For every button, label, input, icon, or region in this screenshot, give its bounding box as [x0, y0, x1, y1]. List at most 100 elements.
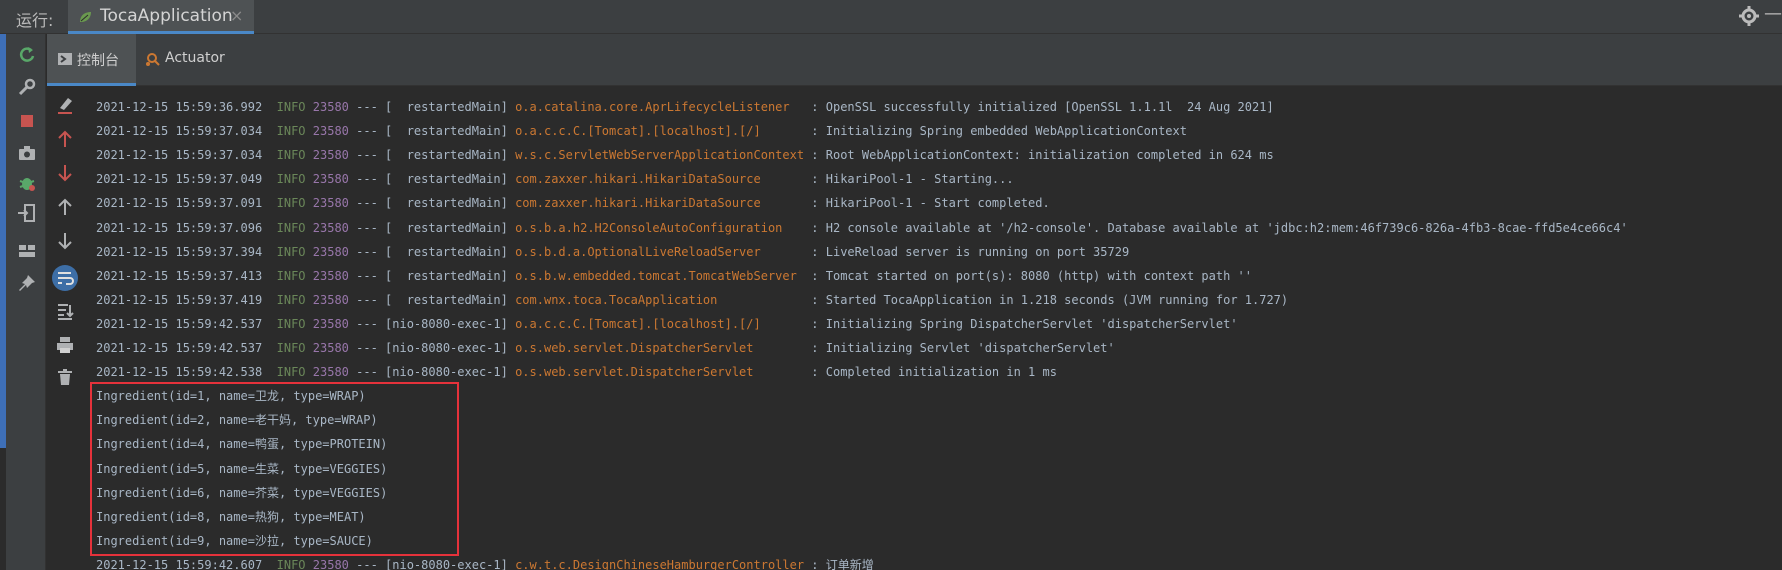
camera-icon[interactable]: [16, 142, 38, 164]
minimize-icon[interactable]: —: [1764, 3, 1782, 24]
arrow-up-red-icon[interactable]: [54, 128, 76, 150]
wrench-icon[interactable]: [16, 76, 38, 98]
ingredient-text: Ingredient(id=5, name=生菜, type=VEGGIES): [96, 461, 388, 476]
log-logger: com.zaxxer.hikari.HikariDataSource: [515, 196, 805, 211]
log-level: INFO: [276, 292, 306, 307]
console-toolbar: [47, 86, 87, 570]
run-side-toolbar: [6, 34, 46, 570]
log-line: 2021-12-15 15:59:37.419 INFO 23580 --- […: [96, 289, 1288, 311]
log-line: 2021-12-15 15:59:37.034 INFO 23580 --- […: [96, 144, 1274, 166]
log-message: : Tomcat started on port(s): 8080 (http)…: [811, 268, 1252, 283]
log-line: 2021-12-15 15:59:37.413 INFO 23580 --- […: [96, 265, 1252, 287]
log-message: : Initializing Spring DispatcherServlet …: [811, 316, 1238, 331]
log-level: INFO: [276, 268, 306, 283]
log-message: : HikariPool-1 - Start completed.: [811, 196, 1050, 211]
tab-actuator[interactable]: Actuator: [137, 34, 247, 86]
ingredient-text: Ingredient(id=4, name=鸭蛋, type=PROTEIN): [96, 437, 388, 452]
tab-console-label: 控制台: [77, 53, 119, 69]
log-pid: 23580: [312, 172, 349, 187]
pin-icon[interactable]: [16, 272, 38, 294]
log-timestamp: 2021-12-15 15:59:36.992: [96, 100, 263, 114]
log-message: : Initializing Spring embedded WebApplic…: [811, 124, 1187, 139]
log-line: 2021-12-15 15:59:36.992 INFO 23580 --- […: [96, 96, 1274, 118]
spring-leaf-icon: [80, 12, 91, 22]
trash-icon[interactable]: [54, 366, 76, 388]
log-timestamp: 2021-12-15 15:59:37.413: [96, 268, 263, 283]
log-logger: o.a.c.c.C.[Tomcat].[localhost].[/]: [515, 124, 805, 139]
console-tabs: 控制台 Actuator: [47, 34, 1782, 86]
log-logger: c.w.t.c.DesignChineseHamburgerController: [515, 557, 805, 570]
log-line: 2021-12-15 15:59:37.096 INFO 23580 --- […: [96, 217, 1628, 239]
log-line: 2021-12-15 15:59:37.091 INFO 23580 --- […: [96, 192, 1050, 214]
run-toolbar: 运行: TocaApplication × —: [0, 0, 1782, 34]
log-level: INFO: [276, 557, 306, 570]
log-line: 2021-12-15 15:59:42.537 INFO 23580 --- […: [96, 313, 1238, 335]
log-message: : OpenSSL successfully initialized [Open…: [811, 100, 1274, 114]
ingredient-line: Ingredient(id=4, name=鸭蛋, type=PROTEIN): [96, 433, 387, 455]
debug-bug-icon[interactable]: [16, 172, 38, 194]
console-line-partial: — — — — — — — — — — — — — — — — — — — — …: [96, 86, 840, 96]
log-logger: w.s.c.ServletWebServerApplicationContext: [515, 148, 805, 163]
log-level: INFO: [276, 100, 306, 114]
log-line: 2021-12-15 15:59:37.034 INFO 23580 --- […: [96, 120, 1187, 142]
stop-icon[interactable]: [16, 110, 38, 132]
log-timestamp: 2021-12-15 15:59:37.034: [96, 148, 263, 163]
log-timestamp: 2021-12-15 15:59:37.394: [96, 244, 263, 259]
log-line: 2021-12-15 15:59:42.607 INFO 23580 --- […: [96, 554, 874, 570]
log-thread: --- [ restartedMain]: [356, 244, 508, 259]
log-message: : 订单新增: [811, 557, 874, 570]
ingredient-text: Ingredient(id=8, name=热狗, type=MEAT): [96, 509, 366, 524]
log-thread: --- [ restartedMain]: [356, 148, 508, 163]
log-pid: 23580: [312, 100, 349, 114]
log-logger: o.a.catalina.core.AprLifecycleListener: [515, 100, 805, 114]
log-timestamp: 2021-12-15 15:59:42.537: [96, 341, 263, 355]
close-icon[interactable]: ×: [230, 6, 243, 25]
log-level: INFO: [276, 341, 306, 355]
run-tab-toca-application[interactable]: TocaApplication ×: [68, 0, 254, 34]
clear-brush-icon[interactable]: [54, 94, 76, 116]
actuator-icon: [146, 53, 160, 66]
log-level: INFO: [276, 196, 306, 211]
log-message: : Completed initialization in 1 ms: [811, 365, 1057, 380]
log-pid: 23580: [312, 316, 349, 331]
exit-icon[interactable]: [16, 202, 38, 224]
arrow-up-icon[interactable]: [54, 196, 76, 218]
log-thread: --- [ restartedMain]: [356, 172, 508, 187]
log-message: : Started TocaApplication in 1.218 secon…: [811, 292, 1289, 307]
rerun-icon[interactable]: [16, 44, 38, 66]
log-pid: 23580: [312, 557, 349, 570]
ingredient-line: Ingredient(id=6, name=芥菜, type=VEGGIES): [96, 482, 387, 504]
log-pid: 23580: [312, 244, 349, 259]
ingredient-line: Ingredient(id=2, name=老干妈, type=WRAP): [96, 409, 378, 431]
log-message: : LiveReload server is running on port 3…: [811, 244, 1130, 259]
log-pid: 23580: [312, 292, 349, 307]
log-pid: 23580: [312, 220, 349, 235]
log-timestamp: 2021-12-15 15:59:37.096: [96, 220, 263, 235]
ingredient-line: Ingredient(id=5, name=生菜, type=VEGGIES): [96, 458, 387, 480]
console-output[interactable]: — — — — — — — — — — — — — — — — — — — — …: [90, 86, 1782, 570]
scroll-to-end-icon[interactable]: [54, 300, 76, 322]
soft-wrap-icon[interactable]: [51, 264, 79, 292]
log-pid: 23580: [312, 341, 349, 355]
log-level: INFO: [276, 244, 306, 259]
log-thread: --- [nio-8080-exec-1]: [356, 557, 508, 570]
gear-icon[interactable]: [1738, 5, 1760, 27]
ingredient-line: Ingredient(id=9, name=沙拉, type=SAUCE): [96, 530, 373, 552]
log-thread: --- [ restartedMain]: [356, 100, 508, 114]
log-timestamp: 2021-12-15 15:59:42.607: [96, 557, 263, 570]
arrow-down-icon[interactable]: [54, 230, 76, 252]
log-logger: o.s.b.d.a.OptionalLiveReloadServer: [515, 244, 805, 259]
run-tab-title: TocaApplication: [100, 6, 233, 26]
log-logger: o.s.web.servlet.DispatcherServlet: [515, 341, 805, 355]
log-logger: o.s.web.servlet.DispatcherServlet: [515, 365, 805, 380]
layout-icon[interactable]: [16, 240, 38, 262]
log-pid: 23580: [312, 365, 349, 380]
log-level: INFO: [276, 316, 306, 331]
log-thread: --- [nio-8080-exec-1]: [356, 316, 508, 331]
log-pid: 23580: [312, 148, 349, 163]
tab-console[interactable]: 控制台: [47, 34, 136, 86]
log-pid: 23580: [312, 268, 349, 283]
print-icon[interactable]: [54, 334, 76, 356]
arrow-down-red-icon[interactable]: [54, 162, 76, 184]
console-icon: [58, 53, 72, 65]
